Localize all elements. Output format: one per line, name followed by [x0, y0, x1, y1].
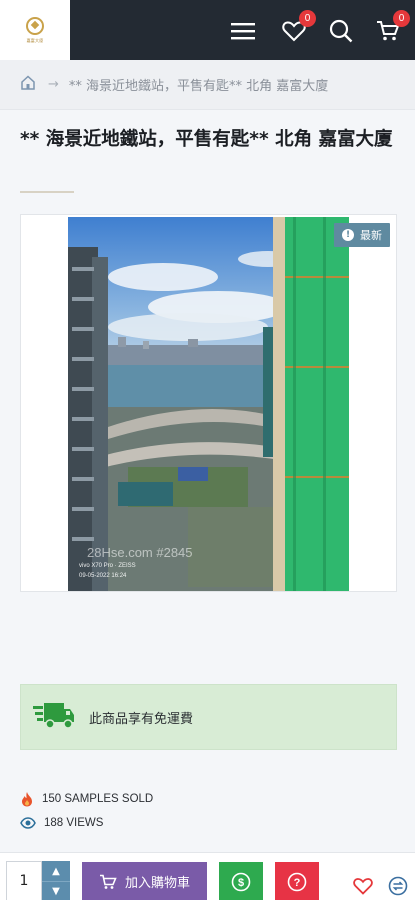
info-icon: !: [342, 229, 354, 241]
photo-caption-timestamp: 09-05-2022 16:24: [79, 573, 127, 579]
breadcrumb-current: ** 海景近地鐵站，平售有匙** 北角 嘉富大廈: [68, 79, 329, 94]
truck-icon: [33, 700, 75, 734]
breadcrumb-arrow-icon: →: [48, 77, 59, 92]
menu-icon[interactable]: [230, 18, 256, 44]
question-icon: ?: [287, 872, 307, 891]
logo-text: 嘉富大廈: [26, 37, 44, 43]
search-icon[interactable]: [328, 18, 354, 44]
heart-icon: [353, 878, 373, 895]
svg-text:$: $: [238, 877, 244, 889]
add-to-cart-button[interactable]: 加入購物車: [82, 862, 207, 900]
quantity-input[interactable]: 1: [6, 861, 42, 900]
buy-now-button[interactable]: $: [219, 862, 263, 900]
quantity-decrease-button[interactable]: ▼: [42, 881, 70, 900]
store-logo[interactable]: 嘉富大廈: [0, 0, 70, 60]
eye-icon: [20, 817, 36, 829]
quantity-stepper: ▲ ▼: [42, 861, 70, 900]
samples-sold-stat: 150 SAMPLES SOLD: [20, 791, 153, 807]
product-photo[interactable]: [68, 217, 349, 591]
breadcrumb: → ** 海景近地鐵站，平售有匙** 北角 嘉富大廈: [0, 60, 415, 110]
samples-sold-text: 150 SAMPLES SOLD: [42, 793, 154, 805]
free-shipping-text: 此商品享有免運費: [89, 711, 194, 727]
free-shipping-notice: 此商品享有免運費: [20, 684, 397, 750]
chevron-down-icon: ▼: [52, 886, 60, 897]
cart-icon: [99, 874, 117, 889]
new-badge: ! 最新: [334, 223, 390, 247]
cart-count-badge: 0: [393, 10, 410, 27]
views-text: 188 VIEWS: [44, 817, 104, 829]
ask-question-button[interactable]: ?: [275, 862, 319, 900]
photo-caption-device: vivo X70 Pro · ZEISS: [79, 563, 136, 569]
add-to-cart-label: 加入購物車: [124, 876, 190, 891]
quantity-increase-button[interactable]: ▲: [42, 861, 70, 881]
photo-watermark: 28Hse.com #2845: [87, 545, 193, 560]
new-badge-label: 最新: [360, 229, 382, 242]
app-header: 嘉富大廈 0 0: [0, 0, 415, 60]
product-image-card[interactable]: ! 最新 28Hse.com #2845 vivo X70 Pro · ZEIS…: [20, 214, 397, 592]
add-to-wishlist-button[interactable]: [352, 875, 374, 897]
wishlist-button[interactable]: 0: [281, 10, 316, 44]
wishlist-count-badge: 0: [299, 10, 316, 27]
title-divider: [20, 191, 74, 193]
dollar-icon: $: [231, 872, 251, 891]
bottom-action-bar: 1 ▲ ▼ 加入購物車 $ ?: [0, 852, 415, 900]
chevron-up-icon: ▲: [52, 865, 60, 877]
views-stat: 188 VIEWS: [20, 817, 103, 829]
fire-icon: [22, 792, 32, 807]
product-title: ** 海景近地鐵站，平售有匙** 北角 嘉富大廈: [20, 129, 393, 150]
svg-text:?: ?: [294, 877, 301, 889]
home-icon[interactable]: [20, 75, 36, 94]
logo-mark: [26, 16, 44, 35]
compare-icon: [388, 876, 408, 896]
cart-button[interactable]: 0: [375, 10, 410, 44]
compare-button[interactable]: [387, 875, 409, 897]
